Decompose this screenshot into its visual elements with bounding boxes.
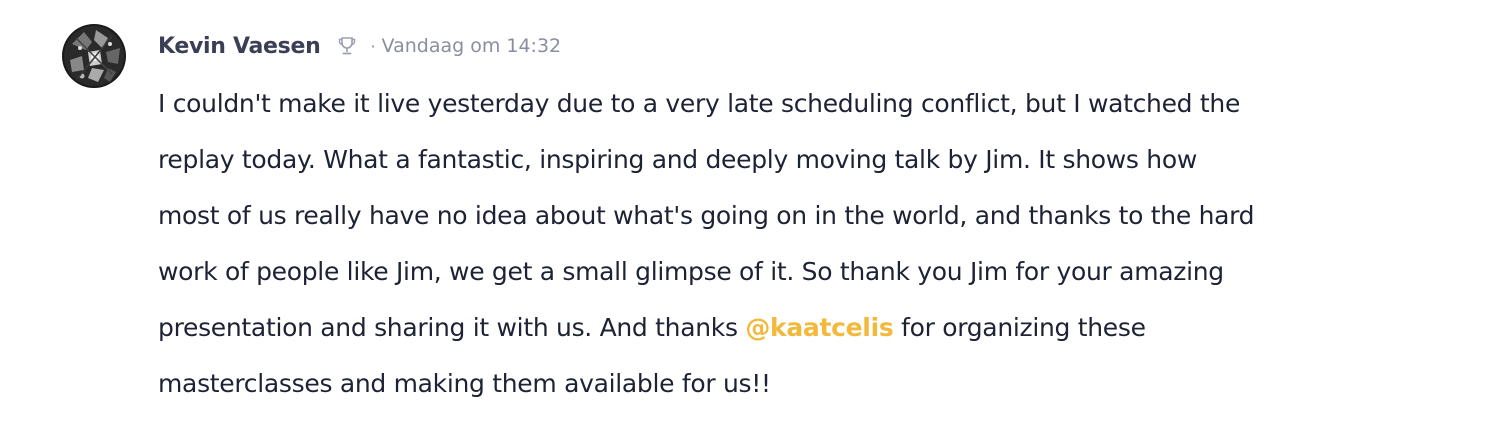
comment-body: I couldn't make it live yesterday due to… [158,76,1498,412]
comment-line-5: presentation and sharing it with us. And… [158,300,1498,356]
author-name[interactable]: Kevin Vaesen [158,34,321,59]
user-mention-link[interactable]: @kaatcelis [745,313,893,342]
avatar-image [62,24,126,88]
comment-line-3: most of us really have no idea about wha… [158,201,1255,230]
comment-line-5-end: for organizing these [893,313,1146,342]
user-avatar[interactable] [62,24,126,88]
comment-content: Kevin Vaesen · Vandaag om 14:32 I couldn… [158,24,1498,412]
comment-line-6: masterclasses and making them available … [158,369,771,398]
comment-line-4: work of people like Jim, we get a small … [158,257,1224,286]
comment-timestamp[interactable]: Vandaag om 14:32 [382,35,562,57]
meta-separator: · [370,36,376,56]
comment-meta: Kevin Vaesen · Vandaag om 14:32 [158,24,1498,68]
comment-line-1: I couldn't make it live yesterday due to… [158,89,1241,118]
comment-line-5-start: presentation and sharing it with us. And… [158,313,746,342]
comment-line-2: replay today. What a fantastic, inspirin… [158,145,1197,174]
trophy-icon [336,34,358,58]
